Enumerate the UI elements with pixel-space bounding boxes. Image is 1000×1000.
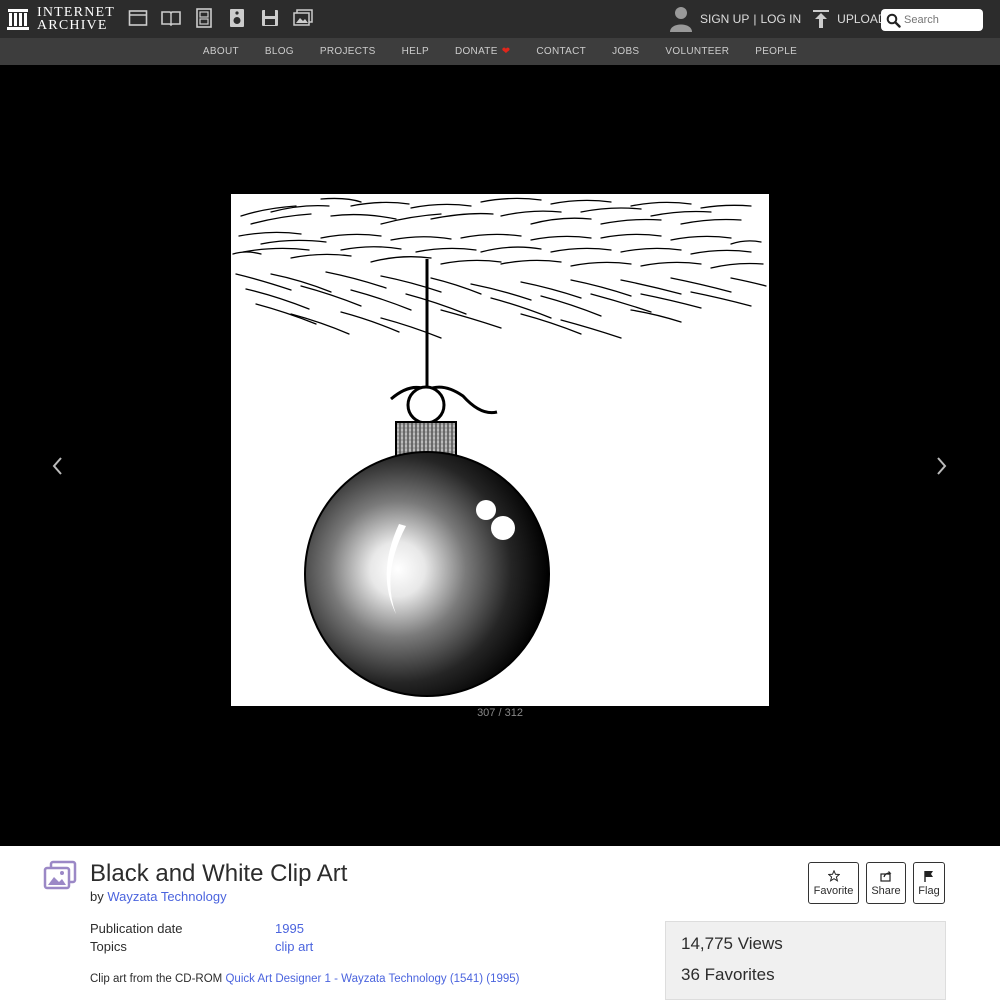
description-link[interactable]: Quick Art Designer 1 - Wayzata Technolog… [225,973,519,985]
ornament-ring [406,385,446,425]
nav-donate-label: DONATE [454,46,498,57]
nav-projects[interactable]: PROJECTS [320,46,376,57]
audio-icon[interactable] [227,8,247,28]
favorite-label: Favorite [813,884,854,897]
sign-up-link[interactable]: SIGN UP [700,12,749,26]
chevron-right-icon[interactable] [931,455,951,477]
publication-date-value[interactable]: 1995 [275,921,304,936]
upload-icon[interactable] [813,9,830,29]
flag-label: Flag [918,884,940,897]
publication-date-label: Publication date [90,921,183,936]
favorites-label: Favorites [704,965,775,984]
item-details: Black and White Clip Art by Wayzata Tech… [0,846,1000,1000]
page-counter: 307 / 312 [477,707,523,719]
nav-contact[interactable]: CONTACT [536,46,586,57]
auth-separator: | [753,12,757,26]
nav-donate[interactable]: DONATE ❤ [455,46,510,57]
upload-link[interactable]: UPLOAD [837,12,886,26]
pine-branch [232,197,767,339]
share-label: Share [871,884,901,897]
internet-archive-logo[interactable]: INTERNET ARCHIVE [7,6,115,33]
archive-building-icon [7,9,29,30]
creator-link[interactable]: Wayzata Technology [107,889,226,904]
nav-blog[interactable]: BLOG [265,46,294,57]
item-description: Clip art from the CD-ROM Quick Art Desig… [90,973,520,985]
web-icon[interactable] [128,8,148,28]
chevron-left-icon[interactable] [48,455,68,477]
share-button[interactable]: Share [866,862,906,904]
video-icon[interactable] [194,8,214,28]
logo-text: INTERNET ARCHIVE [37,6,115,33]
clip-art-image [231,194,769,706]
topics-label: Topics [90,939,127,954]
heart-icon: ❤ [501,46,511,57]
byline-prefix: by [90,889,104,904]
ornament-glint-1 [476,500,496,520]
item-stats: 14,775 Views 36 Favorites [665,921,946,1000]
byline: by Wayzata Technology [90,889,227,904]
search-box[interactable] [881,9,983,31]
topics-value[interactable]: clip art [275,939,313,954]
log-in-link[interactable]: LOG IN [760,12,801,26]
top-bar: INTERNET ARCHIVE SIGN UP | LOG IN UPLOAD… [0,0,1000,38]
star-icon [827,869,840,882]
nav-about[interactable]: ABOUT [203,46,239,57]
image-type-icon [43,860,77,890]
flag-icon [924,870,933,882]
ornament-cap [395,421,457,457]
share-icon [880,870,892,882]
secondary-nav: ABOUT BLOG PROJECTS HELP DONATE ❤ CONTACT… [0,38,1000,65]
views-count: 14,775 [681,934,733,953]
logo-line-2: ARCHIVE [37,18,108,33]
views-label: Views [737,934,783,953]
texts-icon[interactable] [161,8,181,28]
nav-jobs[interactable]: JOBS [612,46,639,57]
item-title: Black and White Clip Art [90,860,348,887]
views-stat: 14,775 Views [681,934,783,954]
user-area: SIGN UP | LOG IN UPLOAD [670,6,887,32]
software-icon[interactable] [260,8,280,28]
favorites-stat: 36 Favorites [681,965,775,985]
ornament-glint-2 [491,516,515,540]
search-input[interactable] [904,14,980,26]
image-viewer: 307 / 312 [0,65,1000,846]
nav-help[interactable]: HELP [402,46,429,57]
images-icon[interactable] [293,8,313,28]
user-icon[interactable] [670,6,692,32]
nav-volunteer[interactable]: VOLUNTEER [665,46,729,57]
favorite-button[interactable]: Favorite [808,862,859,904]
favorites-count: 36 [681,965,700,984]
ornament-illustration [232,197,767,697]
search-icon[interactable] [886,13,901,28]
media-type-icons [128,8,313,28]
ornament-ball [304,451,550,697]
flag-button[interactable]: Flag [913,862,945,904]
nav-people[interactable]: PEOPLE [755,46,797,57]
description-prefix: Clip art from the CD-ROM [90,973,223,985]
